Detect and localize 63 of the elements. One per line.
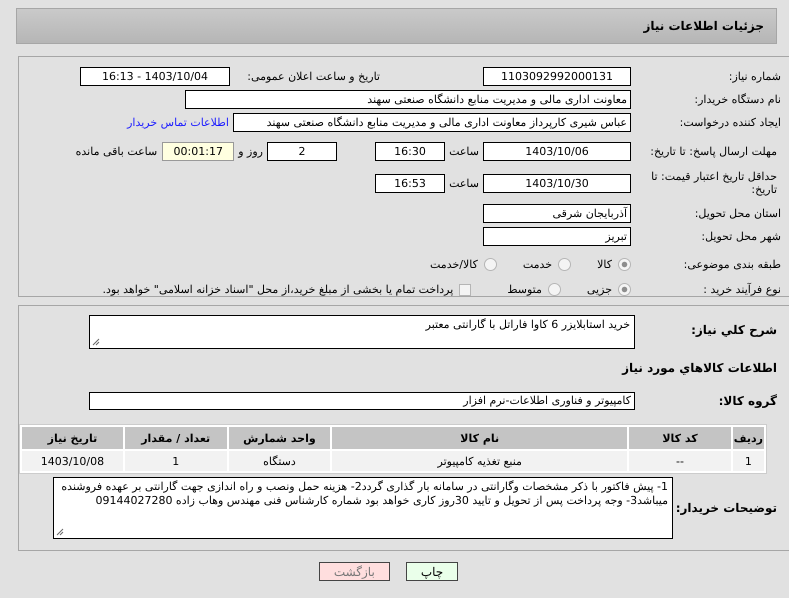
- radio-label: خدمت: [522, 258, 552, 271]
- announce-date-field: 1403/10/04 - 16:13: [80, 67, 230, 86]
- field-label: طبقه بندی موضوعی:: [682, 258, 781, 271]
- table-cell: 1: [732, 451, 764, 471]
- field-label: ساعت: [448, 144, 480, 158]
- resize-grip-icon[interactable]: [92, 338, 100, 346]
- table-cell: --: [629, 451, 731, 471]
- deadline-date-field: 1403/10/06: [483, 142, 631, 160]
- field-label: ایجاد کننده درخواست:: [678, 116, 781, 129]
- checkbox[interactable]: [459, 284, 472, 296]
- validity-date-field: 1403/10/30: [483, 174, 631, 192]
- radio-label: کالا/خدمت: [430, 258, 478, 271]
- field-label: توضیحات خریدار:: [674, 501, 778, 515]
- table-cell: 1: [124, 451, 227, 471]
- field-label: نام دستگاه خریدار:: [693, 93, 781, 106]
- field-label: تاریخ و ساعت اعلان عمومی:: [246, 70, 380, 83]
- table-cell: دستگاه: [228, 451, 330, 471]
- goods-group-field: کامپیوتر و فناوری اطلاعات-نرم افزار: [89, 392, 635, 410]
- city-field: تبریز: [483, 227, 631, 246]
- column-header: کد کالا: [629, 427, 731, 449]
- print-button[interactable]: چاپ: [406, 562, 458, 581]
- days-field: 2: [267, 142, 337, 160]
- table-cell: منبع تغذیه کامپیوتر: [332, 451, 628, 471]
- validity-time-field: 16:53: [375, 174, 445, 192]
- remaining-time-field: 00:01:17: [162, 142, 234, 160]
- need-number-field: 1103092992000131: [483, 67, 631, 86]
- deadline-time-field: 16:30: [375, 142, 445, 160]
- field-label: استان محل تحویل:: [694, 207, 781, 220]
- field-label: مهلت ارسال پاسخ: تا تاریخ:: [649, 144, 778, 158]
- creator-field: عباس شیری کارپرداز معاونت اداری مالی و مدیریت منابع دانشگاه صنعتی سهند: [233, 113, 631, 132]
- section-title: اطلاعات کالاهاي مورد نياز: [622, 360, 778, 374]
- radio-button[interactable]: [618, 283, 631, 296]
- field-label: حداقل تاریخ اعتبار قیمت: تا تاریخ:: [650, 170, 778, 196]
- field-label: روز و: [236, 144, 264, 158]
- table-cell: 1403/10/08: [22, 451, 123, 471]
- province-field: آذربایجان شرقی: [483, 204, 631, 223]
- radio-button[interactable]: [558, 258, 572, 271]
- buyer-contact-link[interactable]: اطلاعات تماس خریدار: [127, 116, 229, 129]
- buyer-field: معاونت اداری مالی و مدیریت منابع دانشگاه صنعتی سهند: [185, 90, 631, 109]
- field-label: گروه کالا:: [718, 394, 778, 408]
- radio-label: جزیی: [586, 283, 612, 296]
- summary-textarea[interactable]: خرید استابلایزر 6 کاوا فاراتل با گارانتی معتبر: [89, 315, 635, 349]
- column-header: تاریخ نیاز: [22, 427, 123, 449]
- column-header: ردیف: [732, 427, 764, 449]
- column-header: نام کالا: [332, 427, 628, 449]
- back-button[interactable]: بازگشت: [318, 562, 390, 581]
- field-label: شهر محل تحویل:: [700, 230, 781, 243]
- column-header: تعداد / مقدار: [124, 427, 227, 449]
- radio-label: کالا: [597, 258, 612, 271]
- page-title: جزئیات اطلاعات نیاز: [643, 19, 764, 33]
- field-label: نوع فرآیند خرید :: [702, 283, 781, 296]
- checkbox-label: پرداخت تمام یا بخشی از مبلغ خرید،از محل "اسناد خزانه اسلامی" خواهد بود.: [102, 283, 454, 296]
- field-label: ساعت: [448, 176, 480, 190]
- radio-label: متوسط: [507, 283, 542, 296]
- notes-textarea[interactable]: 1- پیش فاکتور با ذکر مشخصات وگارانتی در سامانه بار گذاری گردد2- هزینه حمل ونصب و راه اندازی جهت گارانتی بر عهده فروشنده میباشد3- وجه پرداخت پس از تحویل و تایید 30روز کاری خواهد بود شماره کارشناس فنی مهندس وهاب زاده 09144027280: [53, 477, 673, 539]
- radio-button[interactable]: [484, 258, 497, 271]
- column-header: واحد شمارش: [228, 427, 330, 449]
- field-label: شماره نیاز:: [728, 70, 781, 83]
- resize-grip-icon[interactable]: [56, 528, 64, 536]
- radio-button[interactable]: [618, 258, 631, 271]
- field-label: شرح کلي نياز:: [690, 323, 778, 337]
- field-label: ساعت باقی مانده: [76, 144, 158, 158]
- radio-button[interactable]: [548, 283, 561, 296]
